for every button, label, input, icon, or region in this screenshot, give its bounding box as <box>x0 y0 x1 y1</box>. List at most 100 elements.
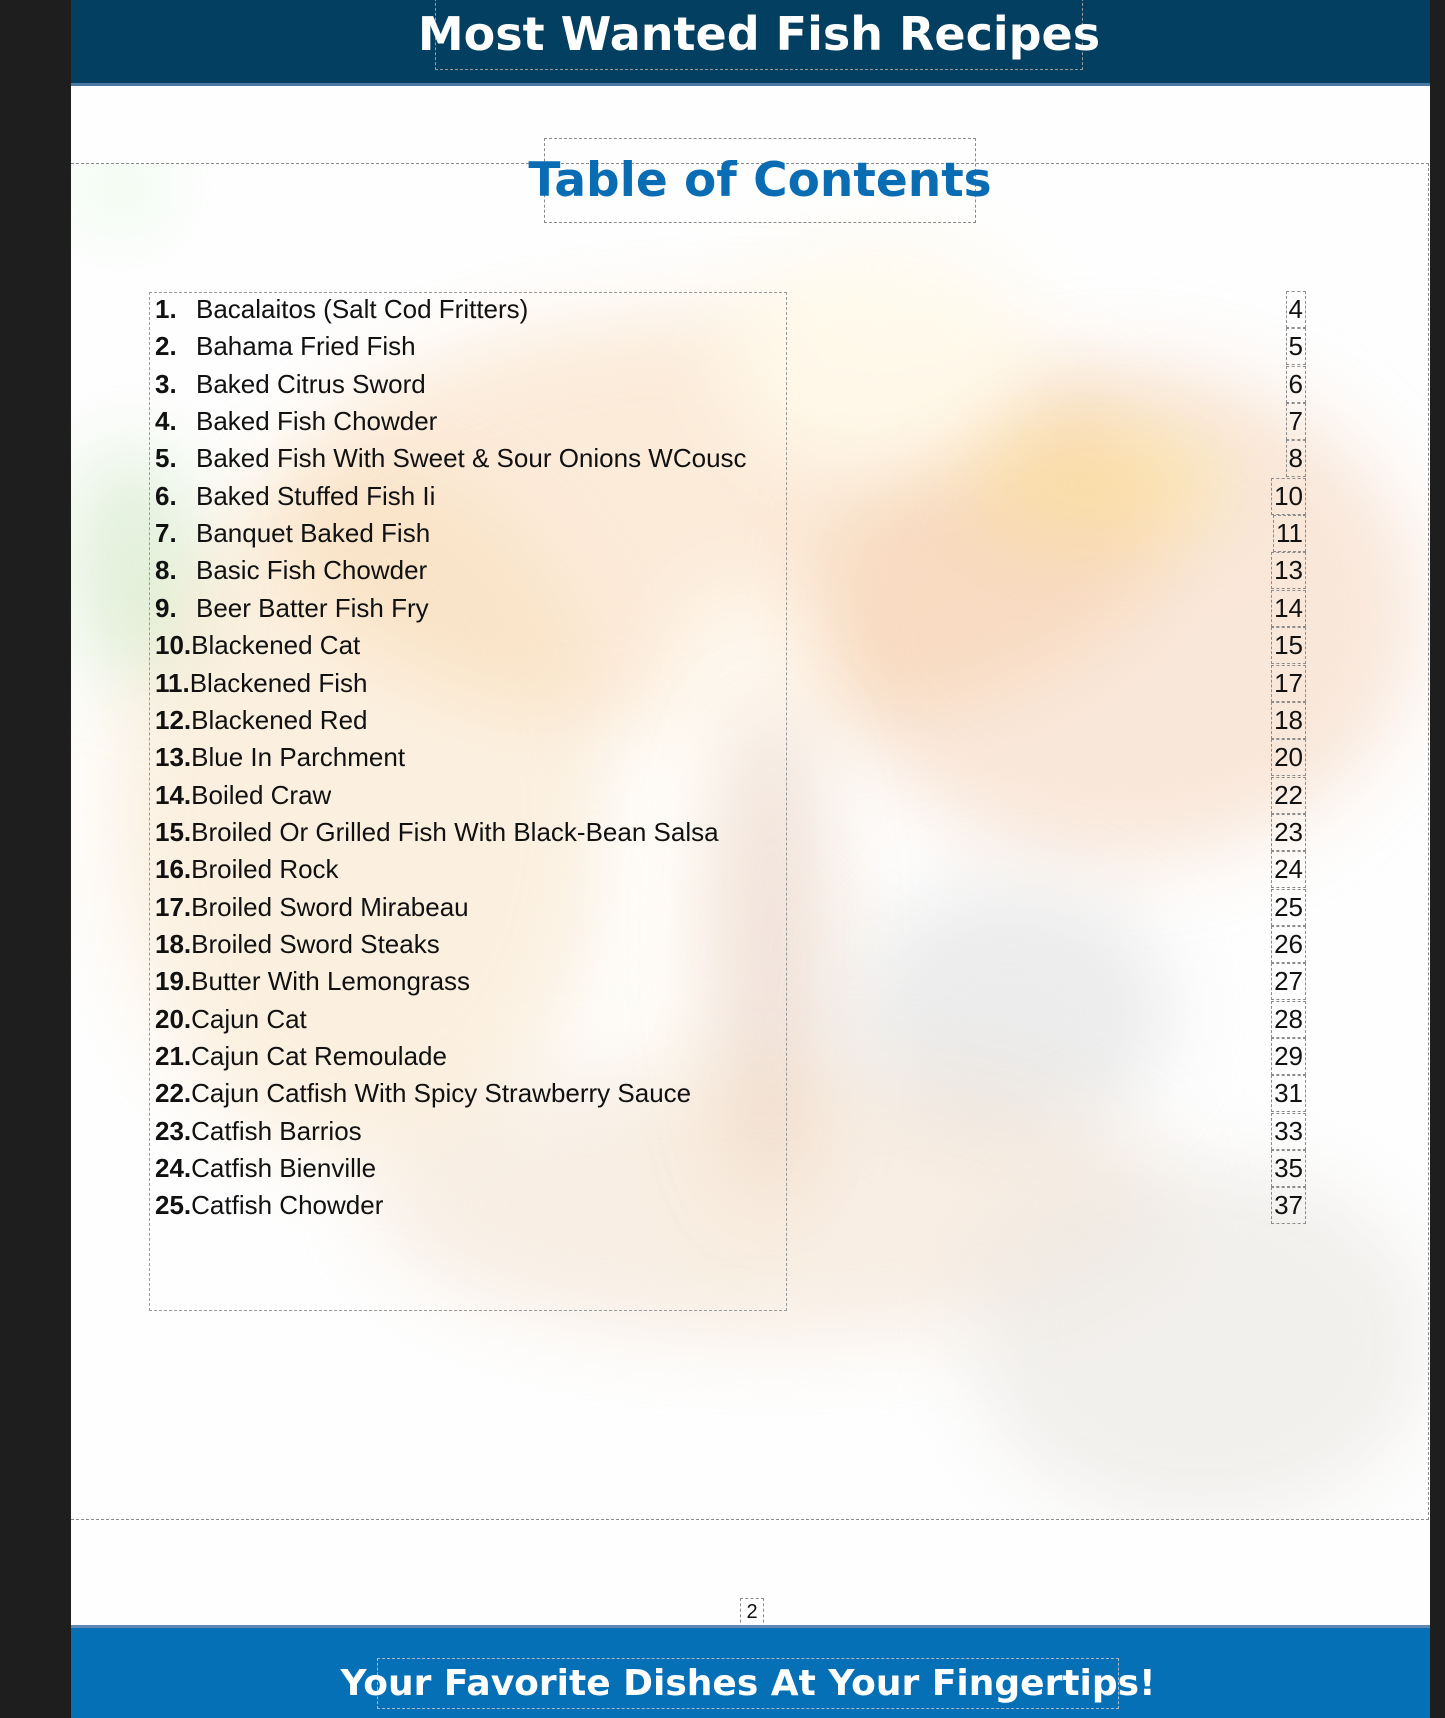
footer-title-box[interactable]: Your Favorite Dishes At Your Fingertips! <box>341 1658 1156 1709</box>
toc-row[interactable]: 18.Broiled Sword Steaks 26 <box>71 924 1430 965</box>
toc-entry[interactable]: 8. Basic Fish Chowder <box>155 550 427 591</box>
toc-row[interactable]: 21.Cajun Cat Remoulade 29 <box>71 1036 1430 1077</box>
toc-row[interactable]: 20.Cajun Cat 28 <box>71 999 1430 1040</box>
toc-page-number[interactable]: 4 <box>1285 291 1306 328</box>
toc-entry-number: 12. <box>155 704 192 735</box>
toc-row[interactable]: 15.Broiled Or Grilled Fish With Black-Be… <box>71 812 1430 853</box>
toc-row[interactable]: 10.Blackened Cat 15 <box>71 625 1430 666</box>
toc-entry[interactable]: 10.Blackened Cat <box>155 625 360 666</box>
toc-row[interactable]: 17.Broiled Sword Mirabeau 25 <box>71 887 1430 928</box>
toc-page-number[interactable]: 27 <box>1271 963 1306 1001</box>
toc-entry[interactable]: 22.Cajun Catfish With Spicy Strawberry S… <box>155 1073 691 1114</box>
toc-entry[interactable]: 19.Butter With Lemongrass <box>155 961 470 1002</box>
toc-row[interactable]: 8. Basic Fish Chowder 13 <box>71 550 1430 591</box>
toc-row[interactable]: 11.Blackened Fish 17 <box>71 663 1430 704</box>
toc-page-number[interactable]: 7 <box>1285 403 1306 441</box>
toc-row[interactable]: 4. Baked Fish Chowder 7 <box>71 401 1430 442</box>
toc-entry-title: Blue In Parchment <box>191 742 406 773</box>
toc-entry-title: Butter With Lemongrass <box>191 966 471 997</box>
toc-entry-title: Baked Fish Chowder <box>196 406 438 437</box>
toc-row[interactable]: 13.Blue In Parchment 20 <box>71 737 1430 778</box>
toc-entry-number: 9. <box>155 592 177 623</box>
toc-page-number[interactable]: 37 <box>1271 1187 1306 1225</box>
toc-entry[interactable]: 14.Boiled Craw <box>155 775 331 816</box>
toc-page-number[interactable]: 8 <box>1285 440 1306 478</box>
toc-page-number[interactable]: 18 <box>1271 701 1306 739</box>
toc-row[interactable]: 12.Blackened Red 18 <box>71 700 1430 741</box>
toc-entry-title: Baked Fish With Sweet & Sour Onions WCou… <box>196 443 747 474</box>
toc-entry[interactable]: 13.Blue In Parchment <box>155 737 405 778</box>
toc-row[interactable]: 9. Beer Batter Fish Fry 14 <box>71 588 1430 629</box>
toc-entry[interactable]: 12.Blackened Red <box>155 700 368 741</box>
toc-entry[interactable]: 6. Baked Stuffed Fish Ii <box>155 476 435 517</box>
toc-entry[interactable]: 21.Cajun Cat Remoulade <box>155 1036 447 1077</box>
toc-entry[interactable]: 11.Blackened Fish <box>155 663 367 704</box>
toc-page-number[interactable]: 25 <box>1271 888 1306 926</box>
toc-page-number[interactable]: 23 <box>1271 813 1306 851</box>
toc-entry[interactable]: 7. Banquet Baked Fish <box>155 513 430 554</box>
toc-entry[interactable]: 24.Catfish Bienville <box>155 1148 376 1189</box>
header-title-box[interactable]: Most Wanted Fish Recipes <box>418 0 1100 70</box>
toc-page-number[interactable]: 17 <box>1271 664 1306 702</box>
toc-page-number[interactable]: 28 <box>1271 1000 1306 1038</box>
toc-row[interactable]: 14.Boiled Craw 22 <box>71 775 1430 816</box>
toc-page-number[interactable]: 14 <box>1271 589 1306 627</box>
toc-page-number[interactable]: 35 <box>1271 1150 1306 1188</box>
toc-entry-number: 6. <box>155 480 177 511</box>
toc-page-number[interactable]: 20 <box>1271 739 1306 777</box>
toc-entry[interactable]: 20.Cajun Cat <box>155 999 307 1040</box>
toc-page-number[interactable]: 6 <box>1285 365 1306 403</box>
toc-entry[interactable]: 16.Broiled Rock <box>155 849 339 890</box>
toc-row[interactable]: 7. Banquet Baked Fish 11 <box>71 513 1430 554</box>
toc-page-number[interactable]: 33 <box>1271 1112 1306 1150</box>
toc-title-box[interactable]: Table of Contents <box>528 138 992 223</box>
header-band: Most Wanted Fish Recipes <box>71 0 1430 86</box>
toc-row[interactable]: 19.Butter With Lemongrass 27 <box>71 961 1430 1002</box>
toc-row[interactable]: 25.Catfish Chowder 37 <box>71 1185 1430 1226</box>
toc-entry[interactable]: 3. Baked Citrus Sword <box>155 364 426 405</box>
toc-entry-number: 2. <box>155 331 177 362</box>
toc-entry-number: 24. <box>155 1153 192 1184</box>
page-number[interactable]: 2 <box>740 1598 764 1628</box>
toc-row[interactable]: 22.Cajun Catfish With Spicy Strawberry S… <box>71 1073 1430 1114</box>
toc-page-number[interactable]: 24 <box>1271 851 1306 889</box>
toc-page-number[interactable]: 11 <box>1273 515 1306 553</box>
toc-row[interactable]: 16.Broiled Rock 24 <box>71 849 1430 890</box>
toc-row[interactable]: 2. Bahama Fried Fish 5 <box>71 326 1430 367</box>
toc-entry-number: 17. <box>155 891 192 922</box>
toc-entry-number: 7. <box>155 518 177 549</box>
toc-entry-title: Catfish Chowder <box>191 1190 384 1221</box>
toc-page-number[interactable]: 10 <box>1271 477 1306 515</box>
toc-row[interactable]: 24.Catfish Bienville 35 <box>71 1148 1430 1189</box>
toc-entry-title: Broiled Sword Steaks <box>191 928 440 959</box>
toc-entry[interactable]: 15.Broiled Or Grilled Fish With Black-Be… <box>155 812 719 853</box>
toc-entry[interactable]: 17.Broiled Sword Mirabeau <box>155 887 469 928</box>
toc-row[interactable]: 23.Catfish Barrios 33 <box>71 1111 1430 1152</box>
toc-row[interactable]: 6. Baked Stuffed Fish Ii 10 <box>71 476 1430 517</box>
toc-entry[interactable]: 23.Catfish Barrios <box>155 1111 362 1152</box>
toc-entry[interactable]: 18.Broiled Sword Steaks <box>155 924 440 965</box>
toc-entry[interactable]: 2. Bahama Fried Fish <box>155 326 416 367</box>
toc-page-number[interactable]: 26 <box>1271 925 1306 963</box>
toc-page-number[interactable]: 15 <box>1271 627 1306 665</box>
toc-row[interactable]: 1. Bacalaitos (Salt Cod Fritters) 4 <box>71 289 1430 330</box>
toc-row[interactable]: 5. Baked Fish With Sweet & Sour Onions WC… <box>71 438 1430 479</box>
toc-entry[interactable]: 5. Baked Fish With Sweet & Sour Onions WC… <box>155 438 747 479</box>
toc-entry-number: 21. <box>155 1041 192 1071</box>
toc-entry-title: Cajun Catfish With Spicy Strawberry Sauc… <box>191 1078 692 1109</box>
toc-row[interactable]: 3. Baked Citrus Sword 6 <box>71 364 1430 405</box>
toc-page-number[interactable]: 13 <box>1271 552 1306 590</box>
toc-entry[interactable]: 9. Beer Batter Fish Fry <box>155 588 429 629</box>
toc-entry-title: Cajun Cat <box>191 1003 307 1034</box>
toc-page-number[interactable]: 5 <box>1285 328 1306 366</box>
toc-page-number[interactable]: 31 <box>1271 1075 1306 1113</box>
toc-page-number[interactable]: 29 <box>1271 1038 1306 1075</box>
toc-entry[interactable]: 1. Bacalaitos (Salt Cod Fritters) <box>155 289 528 330</box>
toc-entry-number: 14. <box>155 779 192 810</box>
toc-entry-title: Blackened Fish <box>189 667 368 698</box>
toc-entry-number: 8. <box>155 555 177 586</box>
toc-entry[interactable]: 4. Baked Fish Chowder <box>155 401 437 442</box>
toc-entry-title: Baked Citrus Sword <box>196 368 426 399</box>
toc-entry[interactable]: 25.Catfish Chowder <box>155 1185 383 1226</box>
toc-page-number[interactable]: 22 <box>1271 776 1306 814</box>
